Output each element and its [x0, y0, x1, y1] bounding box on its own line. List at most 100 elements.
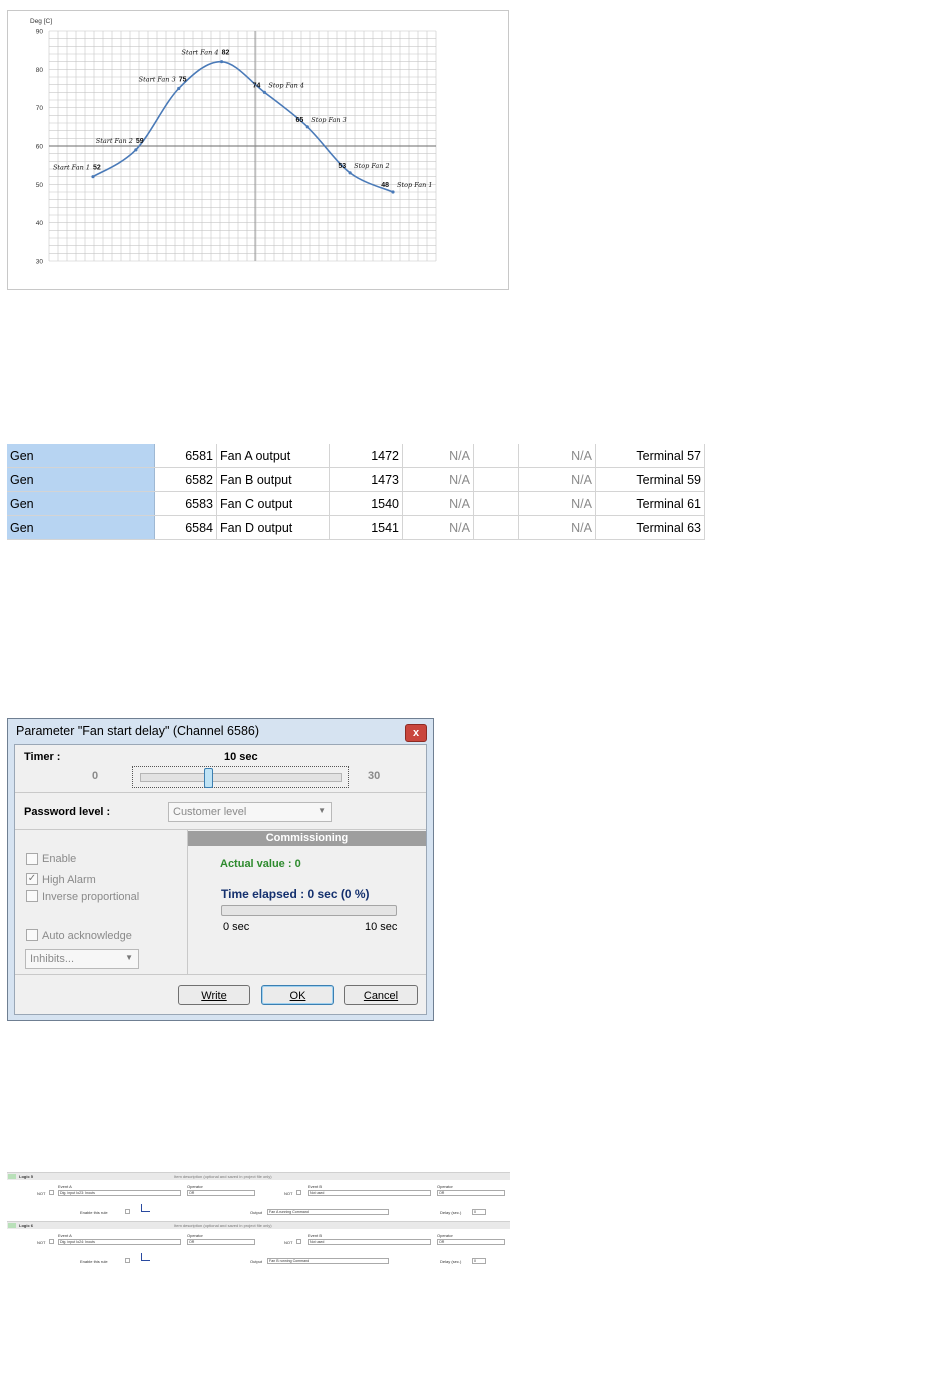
divider [15, 974, 426, 975]
slider-max: 30 [368, 770, 381, 782]
slider-min: 0 [92, 770, 99, 782]
delay-label: Delay (sec.) [440, 1259, 462, 1264]
table-row: Gen 6584 Fan D output 1541 N/A N/A Terminal 63 [7, 515, 705, 540]
not-label: NOT [284, 1240, 293, 1245]
table-cell: N/A [518, 467, 596, 492]
output-select[interactable]: Fan B running Command [267, 1258, 389, 1264]
logic-rules: Logic 5 Item description (optional and sa… [7, 1172, 510, 1268]
data-value-label: 48 [381, 182, 389, 189]
write-button[interactable]: Write [178, 985, 250, 1005]
password-level-value: Customer level [173, 806, 247, 818]
parameter-dialog: Parameter "Fan start delay" (Channel 658… [7, 718, 434, 1021]
inhibits-value: Inhibits... [30, 953, 75, 965]
chart-svg: Deg [C] 30405060708090 52Start Fan 159St… [30, 18, 437, 266]
data-point-label: Start Fan 2 [96, 137, 133, 145]
rule-description-hint: Item description (optional and saved in … [174, 1223, 272, 1228]
not-label: NOT [284, 1191, 293, 1196]
rule-color-marker [8, 1174, 16, 1179]
data-point-label: Start Fan 1 [53, 164, 90, 172]
enable-rule-checkbox[interactable] [125, 1209, 130, 1214]
event-b-select[interactable]: Not used [308, 1239, 431, 1245]
data-value-label: 82 [222, 50, 230, 57]
data-point-marker [305, 125, 309, 129]
auto-acknowledge-label: Auto acknowledge [42, 930, 132, 942]
table-row: Gen 6583 Fan C output 1540 N/A N/A Terminal 61 [7, 491, 705, 516]
data-point-marker [177, 86, 181, 91]
rule-name: Logic 6 [19, 1223, 34, 1228]
not-checkbox[interactable] [296, 1190, 301, 1195]
table-cell: N/A [518, 491, 596, 516]
y-tick-label: 30 [36, 259, 44, 266]
table-cell: Gen [7, 444, 155, 468]
enable-checkbox[interactable] [26, 853, 38, 865]
high-alarm-label: High Alarm [42, 874, 96, 886]
data-value-label: 59 [136, 138, 144, 145]
table-cell: Fan A output [216, 444, 330, 468]
slider-thumb[interactable] [203, 768, 213, 788]
data-point-marker [262, 90, 267, 94]
data-point-label: Stop Fan 1 [397, 181, 433, 189]
table-cell [473, 491, 519, 516]
table-cell: N/A [518, 515, 596, 540]
table-cell: Gen [7, 467, 155, 492]
connector-arrow-icon [141, 1204, 150, 1212]
operator-label: Operator [437, 1184, 453, 1189]
ok-button[interactable]: OK [261, 985, 334, 1005]
event-a-select[interactable]: Dig. input Io23: Inouts [58, 1190, 181, 1196]
y-tick-label: 90 [36, 29, 44, 36]
table-cell: Terminal 59 [595, 467, 705, 492]
table-cell: Gen [7, 515, 155, 540]
y-tick-label: 40 [36, 220, 44, 227]
not-checkbox[interactable] [49, 1239, 54, 1244]
chevron-down-icon: ▼ [125, 953, 133, 962]
operator-select[interactable]: OR [187, 1239, 255, 1245]
delay-input[interactable]: 0 [472, 1258, 486, 1264]
table-cell: Gen [7, 491, 155, 516]
data-point-marker [91, 175, 95, 179]
auto-acknowledge-checkbox[interactable] [26, 929, 38, 941]
inverse-proportional-checkbox[interactable] [26, 890, 38, 902]
data-point-label: Start Fan 4 [182, 49, 219, 57]
data-value-label: 53 [338, 163, 346, 170]
event-b-select[interactable]: Not used [308, 1190, 431, 1196]
y-ticks: 30 40 50 60 70 80 90 [36, 29, 44, 266]
cancel-button[interactable]: Cancel [344, 985, 418, 1005]
y-tick-label: 70 [36, 105, 44, 112]
range-end: 10 sec [365, 921, 398, 933]
y-axis-label: Deg [C] [30, 18, 52, 25]
high-alarm-checkbox[interactable]: ✓ [26, 873, 38, 885]
data-point-marker [134, 148, 138, 152]
rule-header: Logic 6 Item description (optional and sa… [7, 1221, 510, 1229]
operator-select[interactable]: OR [437, 1239, 505, 1245]
divider [15, 792, 426, 793]
table-cell: N/A [402, 467, 474, 492]
table-cell [473, 515, 519, 540]
not-checkbox[interactable] [49, 1190, 54, 1195]
event-a-label: Event A [58, 1184, 72, 1189]
enable-rule-label: Enable this rule [80, 1259, 108, 1264]
chevron-down-icon: ▼ [318, 806, 326, 815]
operator-label: Operator [437, 1233, 453, 1238]
enable-rule-checkbox[interactable] [125, 1258, 130, 1263]
table-cell: N/A [402, 515, 474, 540]
inhibits-select[interactable]: Inhibits... ▼ [25, 949, 139, 969]
event-a-select[interactable]: Dig. input Io24: Inouts [58, 1239, 181, 1245]
operator-select[interactable]: OR [437, 1190, 505, 1196]
commissioning-panel: Commissioning Actual value : 0 Time elap… [188, 831, 426, 973]
password-level-select[interactable]: Customer level ▼ [168, 802, 332, 822]
close-button[interactable]: x [405, 724, 427, 742]
table-cell: 1540 [329, 491, 403, 516]
table-cell: N/A [518, 444, 596, 468]
data-point-label: Stop Fan 2 [354, 162, 390, 170]
timer-slider[interactable] [132, 766, 349, 788]
table-cell: Fan C output [216, 491, 330, 516]
not-checkbox[interactable] [296, 1239, 301, 1244]
event-a-label: Event A [58, 1233, 72, 1238]
delay-label: Delay (sec.) [440, 1210, 462, 1215]
output-label: Output [250, 1210, 263, 1215]
output-select[interactable]: Fan A running Command [267, 1209, 389, 1215]
data-points: 52Start Fan 1 59Start Fan 2 75Start Fan 3 8… [53, 49, 433, 194]
time-elapsed: Time elapsed : 0 sec (0 %) [221, 887, 370, 901]
delay-input[interactable]: 0 [472, 1209, 486, 1215]
operator-select[interactable]: OR [187, 1190, 255, 1196]
